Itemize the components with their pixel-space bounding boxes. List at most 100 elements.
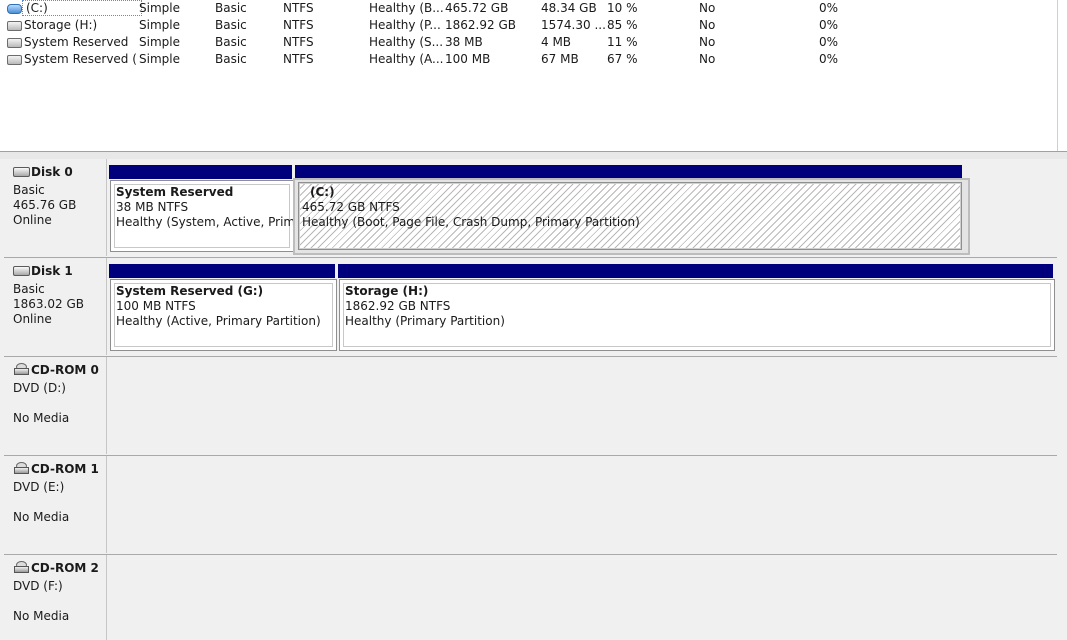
cd-rom-0-label[interactable]: CD-ROM 0 DVD (D:) No Media xyxy=(4,357,107,454)
disk-0-label[interactable]: Disk 0 Basic 465.76 GB Online xyxy=(4,159,107,256)
volume-type: Basic xyxy=(215,18,247,32)
volume-fault-tolerance: No xyxy=(699,1,716,15)
volume-status: Healthy (S... xyxy=(369,35,444,49)
volume-name: System Reserved (... xyxy=(24,52,136,66)
volume-row-system-reserved[interactable]: System Reserved Simple Basic NTFS Health… xyxy=(4,34,1057,51)
disk-status: Online xyxy=(13,312,52,326)
volume-overhead: 0% xyxy=(819,52,839,66)
volume-free-space: 67 MB xyxy=(541,52,579,66)
cd-rom-media-status: No Media xyxy=(13,510,70,524)
partition-size: 38 MB NTFS xyxy=(116,200,189,214)
disk-type: Basic xyxy=(13,183,45,197)
partition-size: 100 MB NTFS xyxy=(116,299,196,313)
hard-disk-icon xyxy=(13,266,30,276)
cd-rom-2-label[interactable]: CD-ROM 2 DVD (F:) No Media xyxy=(4,555,107,640)
hard-disk-icon xyxy=(13,167,30,177)
partition-system-reserved-g[interactable]: System Reserved (G:) 100 MB NTFS Healthy… xyxy=(110,279,337,351)
volume-list[interactable]: (C:) Simple Basic NTFS Healthy (B... 465… xyxy=(4,0,1058,151)
volume-free-space: 48.34 GB xyxy=(541,1,597,15)
cd-rom-title: CD-ROM 1 xyxy=(13,462,99,476)
volume-icon xyxy=(7,38,22,48)
cd-rom-media-status: No Media xyxy=(13,411,70,425)
volume-icon xyxy=(7,55,22,65)
volume-free-space: 4 MB xyxy=(541,35,572,49)
volume-capacity: 100 MB xyxy=(445,52,491,66)
disk-title: Disk 1 xyxy=(13,264,73,278)
cd-rom-0-row[interactable]: CD-ROM 0 DVD (D:) No Media xyxy=(0,357,1067,456)
disk-map-pane[interactable]: Disk 0 Basic 465.76 GB Online System Res… xyxy=(0,159,1067,640)
volume-fault-tolerance: No xyxy=(699,35,716,49)
volume-percent-free: 11 % xyxy=(607,35,638,49)
cd-rom-2-row[interactable]: CD-ROM 2 DVD (F:) No Media xyxy=(0,555,1067,640)
volume-row-c[interactable]: (C:) Simple Basic NTFS Healthy (B... 465… xyxy=(4,0,1057,17)
volume-row-storage-h[interactable]: Storage (H:) Simple Basic NTFS Healthy (… xyxy=(4,17,1057,34)
partition-header-bar xyxy=(109,264,335,278)
partition-name: System Reserved (G:) xyxy=(116,284,264,298)
disk-size: 1863.02 GB xyxy=(13,297,84,311)
volume-icon xyxy=(7,4,22,14)
disk-size: 465.76 GB xyxy=(13,198,77,212)
partition-status: Healthy (Active, Primary Partition) xyxy=(116,314,321,328)
volume-percent-free: 85 % xyxy=(607,18,638,32)
volume-status: Healthy (B... xyxy=(369,1,444,15)
cd-rom-media-status: No Media xyxy=(13,609,70,623)
partition-status: Healthy (System, Active, Primary xyxy=(116,215,294,229)
volume-percent-free: 67 % xyxy=(607,52,638,66)
volume-name: System Reserved xyxy=(24,35,129,49)
partition-system-reserved[interactable]: System Reserved 38 MB NTFS Healthy (Syst… xyxy=(110,180,294,252)
partition-name: (C:) xyxy=(310,185,335,199)
volume-type: Basic xyxy=(215,52,247,66)
cd-rom-title: CD-ROM 2 xyxy=(13,561,99,575)
volume-capacity: 465.72 GB xyxy=(445,1,509,15)
disk-0-partitions: System Reserved 38 MB NTFS Healthy (Syst… xyxy=(107,159,1067,256)
volume-layout: Simple xyxy=(139,18,180,32)
partition-header-bar xyxy=(295,165,962,179)
volume-layout: Simple xyxy=(139,52,180,66)
disk-1-partitions: System Reserved (G:) 100 MB NTFS Healthy… xyxy=(107,258,1067,355)
volume-type: Basic xyxy=(215,35,247,49)
volume-status: Healthy (A... xyxy=(369,52,444,66)
cd-rom-1-label[interactable]: CD-ROM 1 DVD (E:) No Media xyxy=(4,456,107,553)
volume-fault-tolerance: No xyxy=(699,18,716,32)
cd-rom-drive: DVD (D:) xyxy=(13,381,66,395)
cd-rom-drive: DVD (E:) xyxy=(13,480,65,494)
cd-rom-0-area xyxy=(107,357,1067,454)
volume-name: (C:) xyxy=(22,0,142,16)
volume-file-system: NTFS xyxy=(283,52,314,66)
volume-type: Basic xyxy=(215,1,247,15)
volume-name: Storage (H:) xyxy=(24,18,98,32)
cd-rom-drive-icon xyxy=(14,363,29,375)
partition-name: System Reserved xyxy=(116,185,234,199)
partition-size: 1862.92 GB NTFS xyxy=(345,299,451,313)
cd-rom-1-row[interactable]: CD-ROM 1 DVD (E:) No Media xyxy=(0,456,1067,555)
partition-status: Healthy (Primary Partition) xyxy=(345,314,505,328)
volume-overhead: 0% xyxy=(819,1,839,15)
partition-storage-h[interactable]: Storage (H:) 1862.92 GB NTFS Healthy (Pr… xyxy=(339,279,1055,351)
partition-header-bar xyxy=(109,165,292,179)
volume-capacity: 1862.92 GB xyxy=(445,18,516,32)
cd-rom-title: CD-ROM 0 xyxy=(13,363,99,377)
cd-rom-drive-icon xyxy=(14,462,29,474)
volume-layout: Simple xyxy=(139,1,180,15)
disk-1-label[interactable]: Disk 1 Basic 1863.02 GB Online xyxy=(4,258,107,355)
cd-rom-1-area xyxy=(107,456,1067,553)
disk-0-row[interactable]: Disk 0 Basic 465.76 GB Online System Res… xyxy=(0,159,1067,258)
partition-c[interactable]: (C:) 465.72 GB NTFS Healthy (Boot, Page … xyxy=(298,182,962,250)
partition-header-bar xyxy=(338,264,1053,278)
cd-rom-drive: DVD (F:) xyxy=(13,579,63,593)
volume-free-space: 1574.30 ... xyxy=(541,18,606,32)
volume-overhead: 0% xyxy=(819,18,839,32)
disk-title: Disk 0 xyxy=(13,165,73,179)
disk-1-row[interactable]: Disk 1 Basic 1863.02 GB Online System Re… xyxy=(0,258,1067,357)
volume-overhead: 0% xyxy=(819,35,839,49)
cd-rom-drive-icon xyxy=(14,561,29,573)
disk-type: Basic xyxy=(13,282,45,296)
volume-status: Healthy (P... xyxy=(369,18,441,32)
volume-row-system-reserved-g[interactable]: System Reserved (... Simple Basic NTFS H… xyxy=(4,51,1057,68)
partition-name: Storage (H:) xyxy=(345,284,429,298)
volume-percent-free: 10 % xyxy=(607,1,638,15)
cd-rom-2-area xyxy=(107,555,1067,640)
partition-status: Healthy (Boot, Page File, Crash Dump, Pr… xyxy=(302,215,640,229)
volume-icon xyxy=(7,21,22,31)
volume-layout: Simple xyxy=(139,35,180,49)
